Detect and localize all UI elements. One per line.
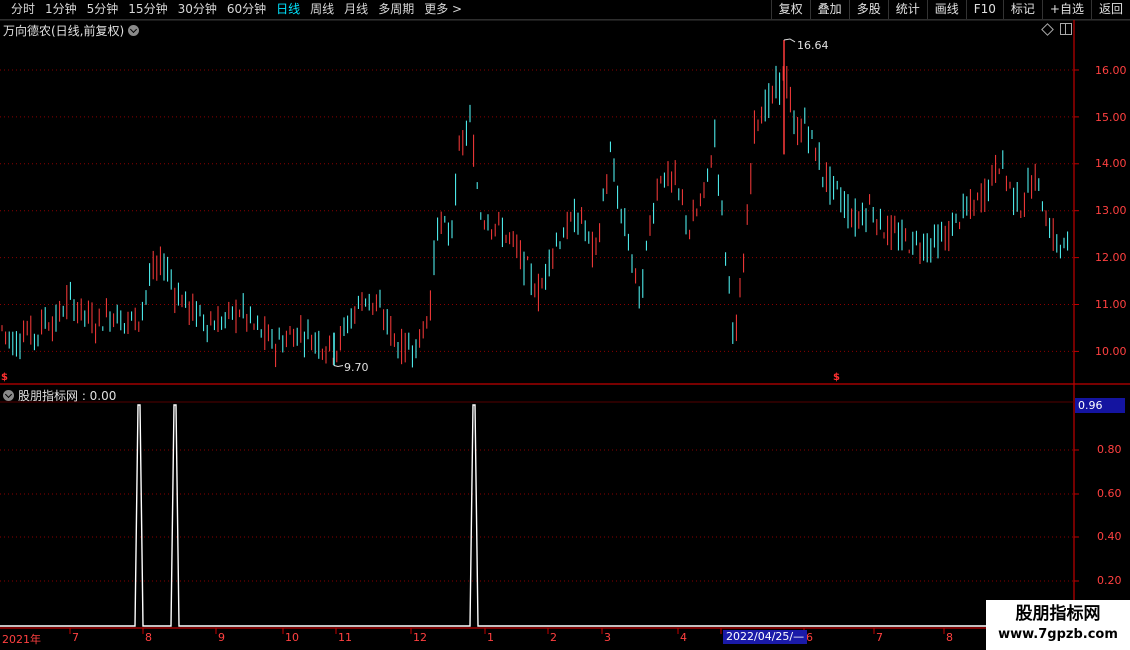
x-label: 11 <box>338 631 352 644</box>
stock-title-text: 万向德农(日线,前复权) <box>3 24 125 38</box>
x-label: 12 <box>413 631 427 644</box>
ind-y-tick: 0.80 <box>1097 443 1122 456</box>
y-tick: 14.00 <box>1095 157 1127 170</box>
high-price-label: 16.64 <box>797 39 829 52</box>
x-label: 2021年 <box>2 633 41 646</box>
y-tick: 10.00 <box>1095 345 1127 358</box>
low-price-label: 9.70 <box>344 361 369 374</box>
watermark-url: www.7gpzb.com <box>998 627 1118 642</box>
x-label: 8 <box>946 631 953 644</box>
watermark: 股朋指标网 www.7gpzb.com <box>986 600 1130 650</box>
watermark-title: 股朋指标网 <box>1015 604 1101 624</box>
high-pointer <box>783 38 796 43</box>
indicator-title[interactable]: 股朋指标网 : 0.00 <box>3 387 116 404</box>
x-label: 10 <box>285 631 299 644</box>
indicator-line <box>0 404 1074 627</box>
y-tick: 15.00 <box>1095 111 1127 124</box>
y-tick: 11.00 <box>1095 298 1127 311</box>
x-label: 9 <box>218 631 225 644</box>
chart-corner-icons <box>1041 22 1072 36</box>
x-label: 4 <box>680 631 687 644</box>
chart-canvas[interactable] <box>0 0 1130 650</box>
x-label: 1 <box>487 631 494 644</box>
chevron-down-icon[interactable] <box>3 390 14 401</box>
dollar-marker-icon: $ <box>833 372 840 383</box>
indicator-title-text: 股朋指标网 : 0.00 <box>18 389 117 403</box>
ind-y-tick: 0.60 <box>1097 487 1122 500</box>
split-view-icon[interactable] <box>1060 23 1072 35</box>
candlestick-series <box>1 38 1069 368</box>
x-label: 2 <box>550 631 557 644</box>
low-pointer <box>333 364 344 367</box>
main-chart-title[interactable]: 万向德农(日线,前复权) <box>3 22 140 39</box>
x-label: 7 <box>876 631 883 644</box>
y-tick: 12.00 <box>1095 251 1127 264</box>
ind-y-tick: 0.20 <box>1097 574 1122 587</box>
x-label: 8 <box>145 631 152 644</box>
chevron-down-icon[interactable] <box>128 25 140 36</box>
indicator-series <box>0 404 1074 627</box>
indicator-value-badge: 0.96 <box>1075 398 1125 413</box>
cursor-date-label: 2022/04/25/— <box>723 630 808 644</box>
ind-y-tick: 0.40 <box>1097 530 1122 543</box>
y-tick: 13.00 <box>1095 204 1127 217</box>
y-tick: 16.00 <box>1095 64 1127 77</box>
x-label: 3 <box>604 631 611 644</box>
diamond-icon[interactable] <box>1041 22 1054 36</box>
dollar-marker-icon: $ <box>1 372 8 383</box>
x-label: 7 <box>72 631 79 644</box>
